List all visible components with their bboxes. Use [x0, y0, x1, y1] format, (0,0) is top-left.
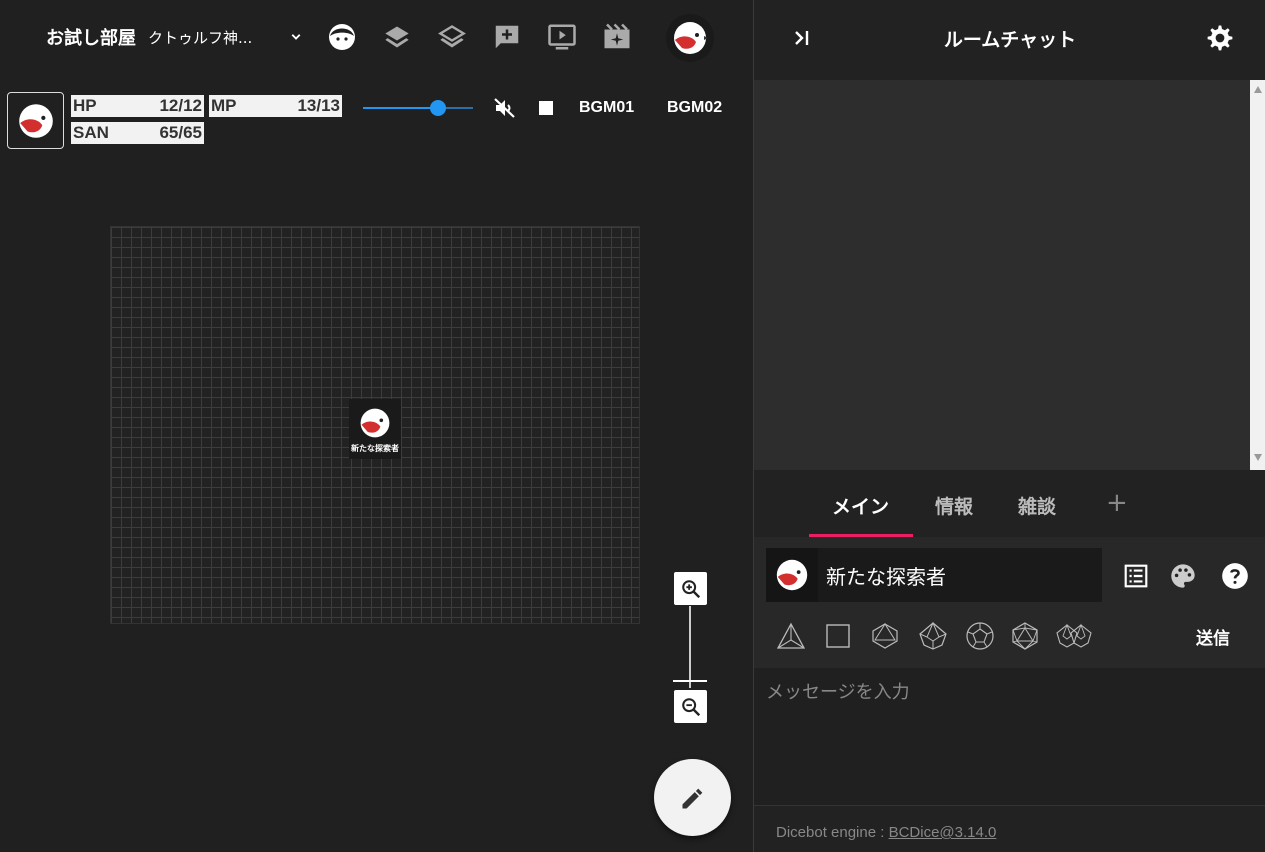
- screen-play-icon[interactable]: [546, 21, 578, 53]
- stat-hp: HP 12/12: [71, 95, 204, 117]
- stat-mp: MP 13/13: [209, 95, 342, 117]
- zoom-slider-handle[interactable]: [673, 680, 707, 682]
- send-button[interactable]: 送信: [1196, 624, 1230, 649]
- help-icon[interactable]: [1220, 561, 1250, 591]
- scroll-down-icon[interactable]: [1254, 454, 1262, 461]
- stat-san-value: 65/65: [159, 123, 202, 142]
- chat-tabs: メイン 情報 雑談: [754, 470, 1265, 537]
- bcdice-link[interactable]: BCDice@3.14.0: [889, 824, 997, 841]
- zoom-slider-track[interactable]: [689, 606, 691, 688]
- d6-icon[interactable]: [822, 620, 854, 652]
- dicebot-engine-prefix: Dicebot engine :: [776, 824, 889, 841]
- add-comment-icon[interactable]: [491, 21, 523, 53]
- d10-icon[interactable]: [917, 620, 949, 652]
- zoom-out-icon[interactable]: [674, 690, 707, 723]
- bgm01-button[interactable]: BGM01: [579, 99, 634, 117]
- dicebot-engine-text: Dicebot engine : BCDice@3.14.0: [776, 824, 996, 841]
- d100-icon[interactable]: [1054, 620, 1094, 652]
- layers-filled-icon[interactable]: [381, 21, 413, 53]
- character-token[interactable]: 新たな探索者: [349, 399, 401, 459]
- d8-icon[interactable]: [869, 620, 901, 652]
- stat-san-label: SAN: [73, 123, 109, 142]
- movie-sparkle-icon[interactable]: [601, 21, 633, 53]
- character-avatar[interactable]: [7, 92, 64, 149]
- tab-chitchat[interactable]: 雑談: [1018, 492, 1056, 519]
- character-selector-avatar: [766, 548, 818, 602]
- stat-hp-value: 12/12: [159, 96, 202, 115]
- gear-icon[interactable]: [1204, 22, 1236, 54]
- palette-icon[interactable]: [1168, 561, 1198, 591]
- volume-slider-thumb[interactable]: [429, 100, 446, 116]
- stop-icon[interactable]: [539, 101, 553, 115]
- volume-slider-fill: [363, 107, 438, 109]
- chat-scrollbar[interactable]: [1250, 80, 1265, 470]
- stat-hp-label: HP: [73, 96, 97, 115]
- character-selector[interactable]: 新たな探索者: [766, 548, 1102, 602]
- bird-head-icon: [776, 559, 808, 591]
- room-name: お試し部屋: [46, 28, 136, 49]
- zoom-in-icon[interactable]: [674, 572, 707, 605]
- chevron-down-icon[interactable]: [280, 21, 312, 53]
- layers-outline-icon[interactable]: [436, 21, 468, 53]
- chat-header: ルームチャット: [754, 0, 1265, 80]
- tab-main[interactable]: メイン: [832, 492, 889, 519]
- bgm02-button[interactable]: BGM02: [667, 99, 722, 117]
- volume-off-icon[interactable]: [489, 92, 521, 124]
- chat-title: ルームチャット: [943, 29, 1077, 51]
- user-avatar-icon[interactable]: [666, 14, 714, 62]
- edit-pencil-icon[interactable]: [654, 759, 731, 836]
- d20-icon[interactable]: [1009, 620, 1041, 652]
- message-input[interactable]: [754, 668, 1265, 805]
- stat-mp-label: MP: [211, 96, 237, 115]
- list-icon[interactable]: [1121, 561, 1151, 591]
- token-label: 新たな探索者: [351, 444, 399, 453]
- tab-info[interactable]: 情報: [935, 492, 973, 519]
- character-selector-name: 新たな探索者: [826, 564, 946, 589]
- stat-san: SAN 65/65: [71, 122, 204, 144]
- bird-head-icon: [360, 408, 390, 438]
- room-system: クトゥルフ神...: [148, 29, 253, 47]
- bird-head-icon: [18, 103, 53, 138]
- d4-icon[interactable]: [775, 620, 807, 652]
- d12-icon[interactable]: [964, 620, 996, 652]
- chat-pane: ルームチャット メイン 情報 雑談 + 新たな探索者 送信 メッセージを入力 D…: [753, 0, 1265, 852]
- scroll-up-icon[interactable]: [1254, 86, 1262, 93]
- add-tab-button[interactable]: +: [1106, 488, 1128, 518]
- chat-footer: Dicebot engine : BCDice@3.14.0: [754, 805, 1265, 852]
- face-icon[interactable]: [326, 21, 358, 53]
- stat-mp-value: 13/13: [297, 96, 340, 115]
- board-pane: お試し部屋 クトゥルフ神... HP 12/12 MP 13/13 SAN 65…: [0, 0, 752, 852]
- chat-log[interactable]: [754, 80, 1250, 470]
